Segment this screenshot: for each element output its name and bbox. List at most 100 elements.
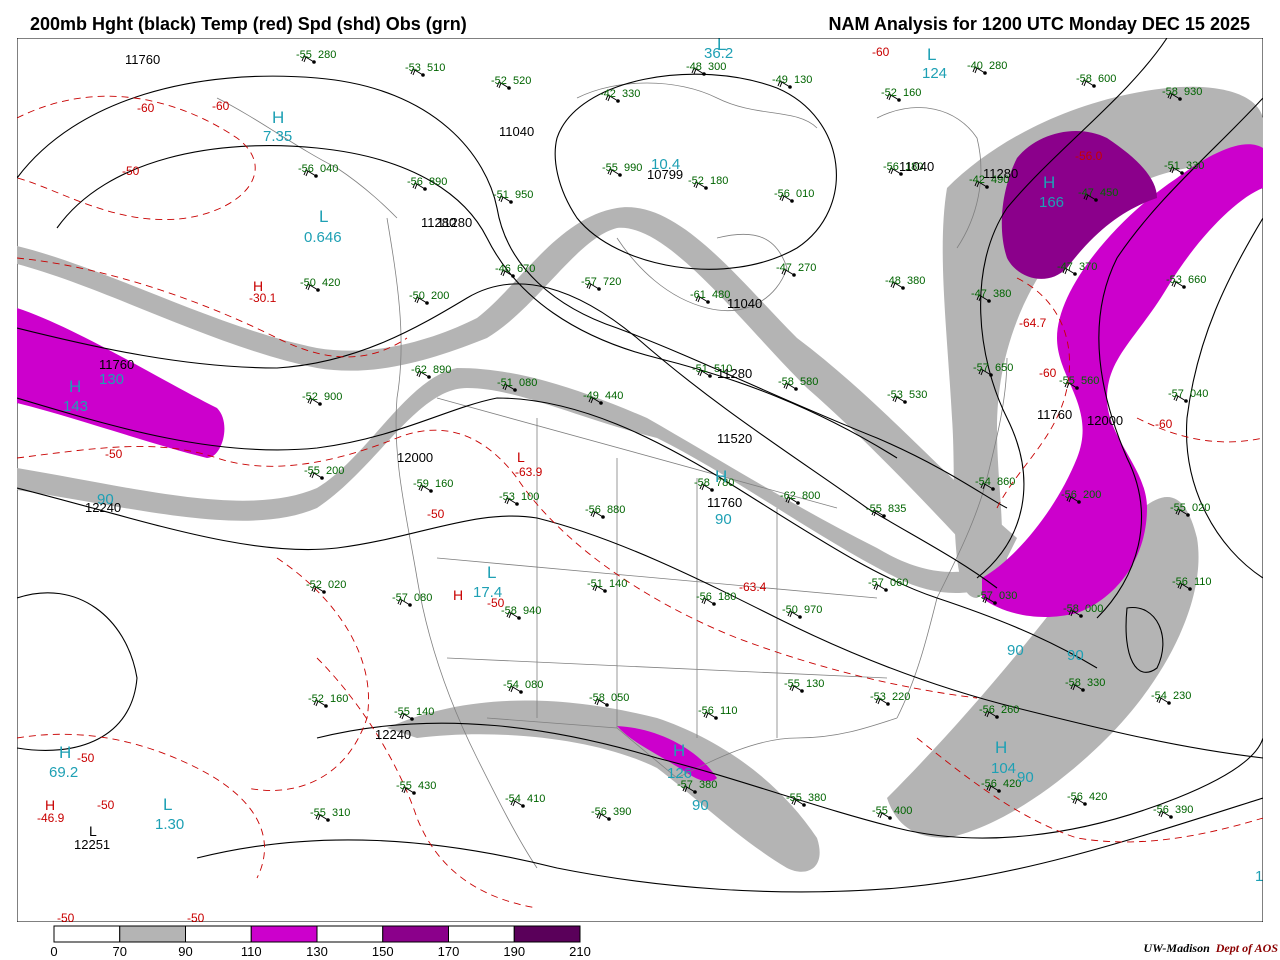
station-dot: [429, 489, 433, 493]
low-marker: L: [927, 45, 936, 64]
station-dot: [1188, 587, 1192, 591]
station-dot: [597, 287, 601, 291]
station-height: 080: [525, 679, 543, 691]
station-temp: -40: [967, 60, 983, 72]
station-height: 140: [416, 706, 434, 718]
temp-label: -60: [137, 101, 155, 115]
station-dot: [316, 288, 320, 292]
temp-label: -56.0: [1075, 149, 1103, 163]
temp-high-marker: H: [253, 278, 263, 294]
temp-label: -50: [97, 798, 115, 812]
station-temp: -57: [868, 577, 884, 589]
station-temp: -56: [698, 705, 714, 717]
station-temp: -54: [505, 793, 521, 805]
station-temp: -55: [784, 678, 800, 690]
speed-label: 166: [1039, 194, 1064, 211]
station-dot: [1077, 500, 1081, 504]
station-temp: -51: [497, 377, 513, 389]
station-height: 140: [609, 578, 627, 590]
legend-bin: [513, 925, 581, 943]
station-dot: [897, 98, 901, 102]
legend-tick-label: 110: [241, 944, 262, 959]
legend-bin: [316, 925, 384, 943]
station-dot: [312, 60, 316, 64]
high-marker: H: [673, 741, 685, 760]
station-height: 010: [796, 188, 814, 200]
station-height: 670: [517, 263, 535, 275]
station-temp: -47: [1078, 187, 1094, 199]
station-temp: -55: [304, 465, 320, 477]
station-temp: -57: [977, 590, 993, 602]
station-dot: [1073, 272, 1077, 276]
station-temp: -56: [883, 161, 899, 173]
legend-tick-label: 130: [306, 944, 328, 959]
station-temp: -48: [885, 275, 901, 287]
station-dot: [425, 301, 429, 305]
station-height: 000: [1085, 603, 1103, 615]
station-height: 520: [513, 75, 531, 87]
height-low-marker: L: [89, 823, 97, 839]
station-dot: [706, 300, 710, 304]
temp-label: -60: [1155, 417, 1173, 431]
high-marker: H: [1043, 173, 1055, 192]
station-dot: [1184, 399, 1188, 403]
station-temp: -57: [1168, 388, 1184, 400]
station-height: 860: [997, 476, 1015, 488]
station-dot: [884, 588, 888, 592]
station-height: 800: [802, 490, 820, 502]
station-dot: [509, 200, 513, 204]
station-temp: -54: [503, 679, 519, 691]
station-dot: [995, 715, 999, 719]
station-temp: -48: [686, 61, 702, 73]
station-height: 100: [521, 491, 539, 503]
speed-label: 69.2: [49, 764, 78, 781]
station-dot: [1180, 171, 1184, 175]
station-height: 890: [429, 176, 447, 188]
station-height: 040: [320, 163, 338, 175]
station-dot: [1079, 614, 1083, 618]
station-dot: [421, 73, 425, 77]
station-temp: -56: [1172, 576, 1188, 588]
height-label: 11040: [727, 296, 762, 311]
station-temp: -54: [1151, 690, 1167, 702]
station-temp: -56: [696, 591, 712, 603]
height-label: 12251: [74, 837, 110, 852]
station-height: 130: [806, 678, 824, 690]
credit-line: UW-Madison Dept of AOS: [1144, 941, 1278, 956]
station-height: 280: [989, 60, 1007, 72]
station-dot: [408, 603, 412, 607]
station-temp: -55: [1170, 502, 1186, 514]
station-height: 050: [611, 692, 629, 704]
station-dot: [800, 689, 804, 693]
station-height: 580: [800, 376, 818, 388]
temp-low-marker: L: [517, 449, 525, 465]
station-temp: -42: [600, 88, 616, 100]
station-dot: [985, 185, 989, 189]
station-temp: -53: [887, 389, 903, 401]
legend-bin: [250, 925, 318, 943]
temp-label: -50: [57, 911, 75, 922]
station-dot: [708, 374, 712, 378]
legend-bin: [382, 925, 449, 943]
station-height: 370: [1079, 261, 1097, 273]
station-dot: [599, 401, 603, 405]
speed-label: 7.35: [263, 128, 292, 145]
station-temp: -50: [409, 290, 425, 302]
station-dot: [412, 791, 416, 795]
station-dot: [983, 71, 987, 75]
station-dot: [314, 174, 318, 178]
station-height: 950: [515, 189, 533, 201]
station-dot: [792, 273, 796, 277]
station-height: 300: [708, 61, 726, 73]
station-height: 110: [720, 705, 738, 717]
station-temp: -56: [981, 778, 997, 790]
temp-label: -50: [105, 447, 123, 461]
station-dot: [511, 274, 515, 278]
credit-department: Dept of AOS: [1215, 941, 1278, 955]
station-height: 330: [622, 88, 640, 100]
station-dot: [714, 716, 718, 720]
station-height: 835: [888, 503, 906, 515]
station-temp: -52: [491, 75, 507, 87]
station-temp: -56: [585, 504, 601, 516]
station-temp: -58: [589, 692, 605, 704]
